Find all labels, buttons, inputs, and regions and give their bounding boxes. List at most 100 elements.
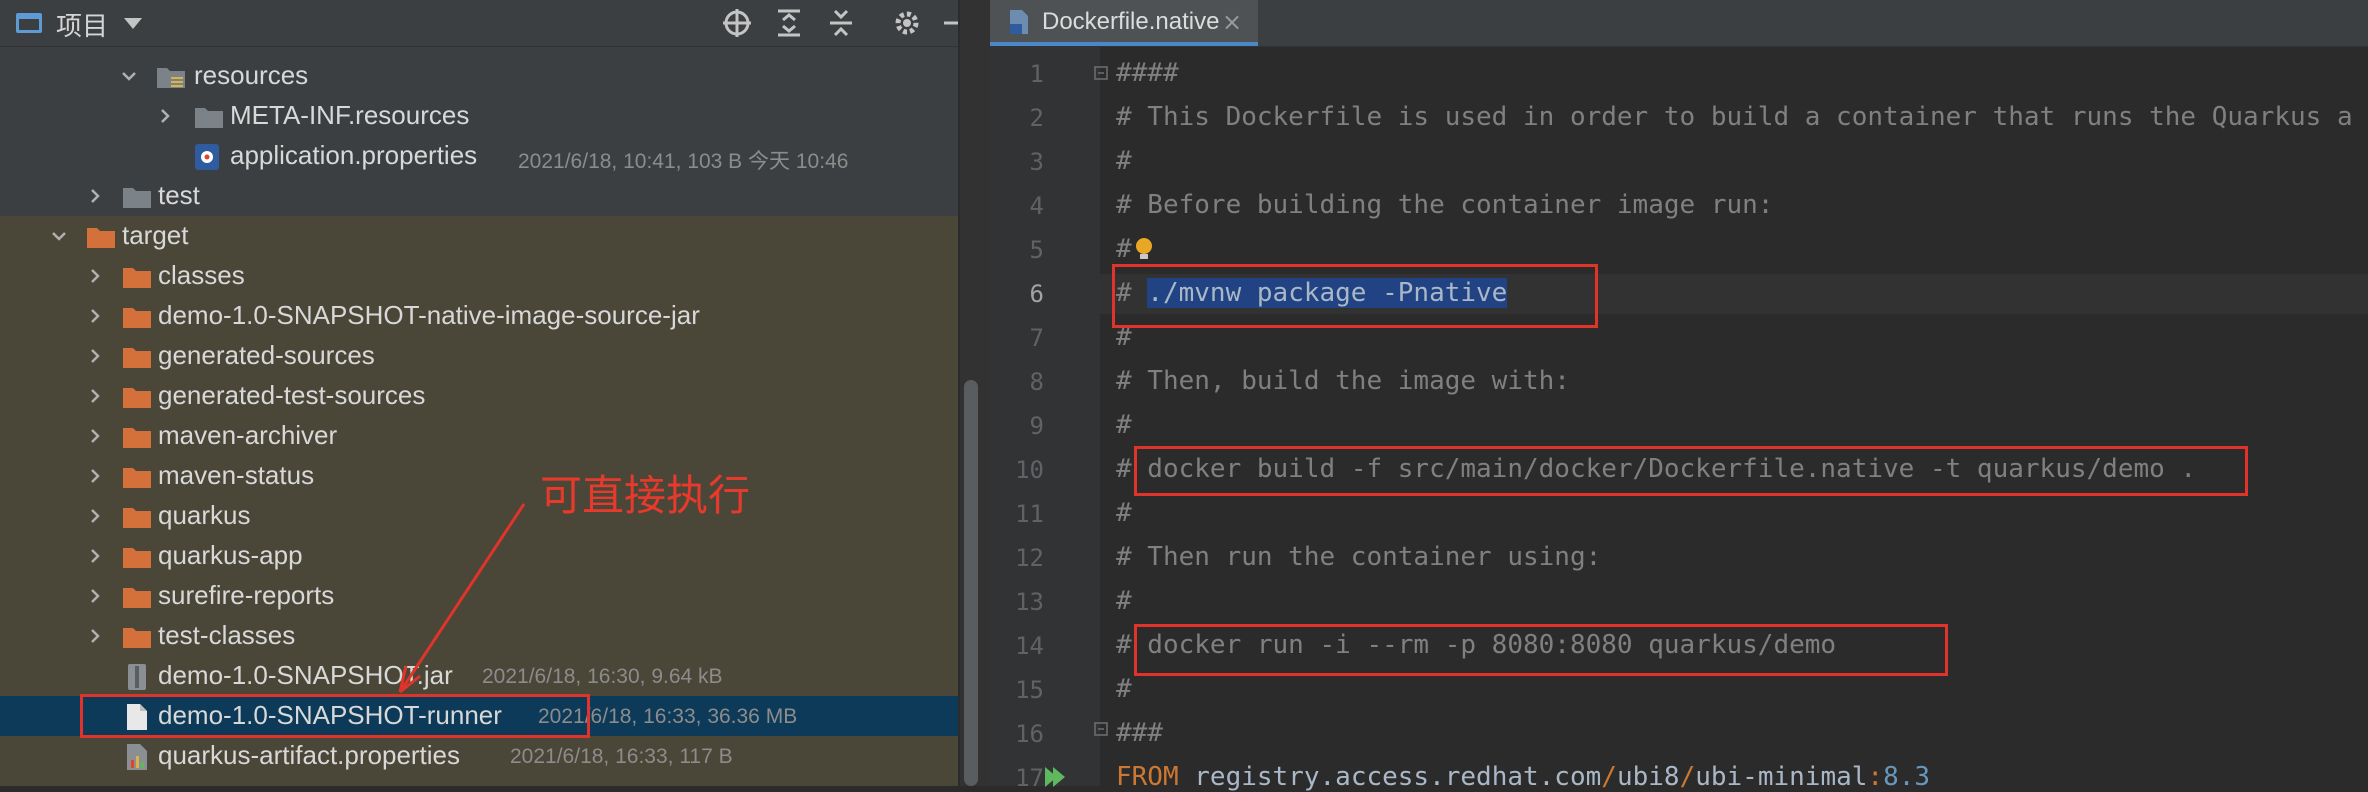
tree-item-generated-test-sources[interactable]: generated-test-sources — [0, 376, 958, 416]
code-line-8[interactable]: # Then, build the image with: — [1116, 366, 1570, 396]
chevron-down-icon[interactable] — [120, 67, 138, 85]
folder-orange-icon — [123, 628, 151, 648]
settings-gear-icon[interactable] — [890, 6, 924, 40]
tree-item-application-properties[interactable]: application.properties 2021/6/18, 10:41,… — [0, 136, 958, 176]
view-dropdown-caret-icon[interactable] — [124, 18, 142, 29]
chevron-right-icon[interactable] — [86, 547, 104, 565]
tag-separator: : — [1867, 762, 1884, 792]
code-line-15[interactable]: # — [1116, 674, 1132, 704]
chevron-right-icon[interactable] — [156, 107, 174, 125]
docker-run-highlight-box — [1134, 624, 1948, 676]
folder-orange-icon — [123, 308, 151, 328]
tree-overflow-strip — [0, 776, 958, 786]
code-line-13[interactable]: # — [1116, 586, 1132, 616]
line-number: 7 — [1029, 324, 1044, 352]
tree-item-label: META-INF.resources — [230, 100, 470, 130]
expand-all-icon[interactable] — [772, 6, 806, 40]
tab-label: Dockerfile.native — [1042, 8, 1220, 35]
folder-orange-icon — [123, 508, 151, 528]
chevron-right-icon[interactable] — [86, 387, 104, 405]
tree-item-label: maven-archiver — [158, 420, 338, 450]
chevron-right-icon[interactable] — [86, 507, 104, 525]
properties-chart-file-icon — [127, 744, 147, 770]
fold-marker-icon[interactable] — [1094, 66, 1108, 80]
folder-orange-icon — [123, 588, 151, 608]
folder-icon — [195, 108, 223, 128]
path-separator: / — [1601, 762, 1617, 792]
tree-item-target[interactable]: target — [0, 216, 958, 256]
line-number: 17 — [1015, 764, 1044, 792]
tree-item-maven-status[interactable]: maven-status — [0, 456, 958, 496]
code-line-2[interactable]: # This Dockerfile is used in order to bu… — [1116, 102, 2353, 132]
chevron-right-icon[interactable] — [86, 347, 104, 365]
chevron-right-icon[interactable] — [86, 467, 104, 485]
tree-item-resources[interactable]: resources — [0, 56, 958, 96]
close-tab-icon[interactable]: × — [1222, 8, 1242, 36]
keyword-from: FROM — [1116, 762, 1195, 792]
folder-orange-icon — [123, 548, 151, 568]
image-name: ubi-minimal — [1695, 762, 1868, 792]
tree-item-label: test-classes — [158, 620, 296, 650]
tree-item-label: resources — [194, 60, 309, 90]
tree-item-native-image-source-jar[interactable]: demo-1.0-SNAPSHOT-native-image-source-ja… — [0, 296, 958, 336]
code-line-3[interactable]: # — [1116, 146, 1132, 176]
code-line-5[interactable]: # — [1116, 234, 1132, 264]
line-number: 10 — [1015, 456, 1044, 484]
tree-item-generated-sources[interactable]: generated-sources — [0, 336, 958, 376]
locate-file-icon[interactable] — [720, 6, 754, 40]
chevron-right-icon[interactable] — [86, 307, 104, 325]
project-scrollbar[interactable] — [964, 380, 978, 786]
line-number: 11 — [1015, 500, 1044, 528]
code-line-9[interactable]: # — [1116, 410, 1132, 440]
chevron-down-icon[interactable] — [50, 227, 68, 245]
code-line-17[interactable]: FROM registry.access.redhat.com/ubi8/ubi… — [1116, 762, 1930, 792]
line-number: 8 — [1029, 368, 1044, 396]
resources-folder-icon — [157, 68, 185, 88]
chevron-right-icon[interactable] — [86, 267, 104, 285]
fold-marker-icon[interactable] — [1094, 722, 1108, 736]
tree-item-classes[interactable]: classes — [0, 256, 958, 296]
code-line-11[interactable]: # — [1116, 498, 1132, 528]
annotation-arrow-icon — [398, 503, 526, 694]
collapse-all-icon[interactable] — [824, 6, 858, 40]
project-panel-title[interactable]: 项目 — [56, 6, 108, 43]
image-registry: registry.access.redhat.com — [1194, 762, 1602, 792]
project-window-icon — [16, 13, 42, 33]
tree-item-maven-archiver[interactable]: maven-archiver — [0, 416, 958, 456]
chevron-right-icon[interactable] — [86, 187, 104, 205]
project-panel-header: 项目 — [0, 0, 966, 47]
line-number: 9 — [1029, 412, 1044, 440]
tree-item-quarkus-artifact-properties[interactable]: quarkus-artifact.properties 2021/6/18, 1… — [0, 736, 958, 776]
properties-file-icon — [195, 144, 219, 170]
code-line-1[interactable]: #### — [1116, 58, 1179, 88]
code-line-4[interactable]: # Before building the container image ru… — [1116, 190, 1773, 220]
line-number-current: 6 — [1029, 280, 1044, 308]
line-number: 16 — [1015, 720, 1044, 748]
panel-splitter[interactable] — [958, 0, 990, 786]
dockerfile-icon — [1010, 10, 1028, 34]
tree-item-meta-inf[interactable]: META-INF.resources — [0, 96, 958, 136]
jar-file-icon — [128, 664, 146, 690]
tab-dockerfile-native[interactable]: Dockerfile.native × — [990, 0, 1258, 46]
chevron-right-icon[interactable] — [86, 587, 104, 605]
chevron-right-icon[interactable] — [86, 427, 104, 445]
code-line-16[interactable]: ### — [1116, 718, 1163, 748]
ide-window: 项目 resources META-INF.resources applicat… — [0, 0, 2368, 792]
annotation-note: 可直接执行 — [540, 471, 751, 520]
tree-item-label: target — [122, 220, 189, 250]
line-number: 4 — [1029, 192, 1044, 220]
tree-item-label: application.properties — [230, 140, 478, 170]
folder-orange-icon — [123, 268, 151, 288]
chevron-right-icon[interactable] — [86, 627, 104, 645]
tree-item-test[interactable]: test — [0, 176, 958, 216]
docker-build-highlight-box — [1134, 446, 2248, 496]
tree-item-label: surefire-reports — [158, 580, 335, 610]
code-line-12[interactable]: # Then run the container using: — [1116, 542, 1601, 572]
tree-item-label: quarkus — [158, 500, 251, 530]
run-gutter-icon[interactable] — [1042, 764, 1068, 790]
image-tag: 8.3 — [1883, 762, 1931, 792]
tree-item-label: demo-1.0-SNAPSHOT-native-image-source-ja… — [158, 300, 700, 330]
intention-bulb-icon[interactable] — [1132, 236, 1156, 262]
tree-item-label: generated-sources — [158, 340, 375, 370]
line-number: 3 — [1029, 148, 1044, 176]
